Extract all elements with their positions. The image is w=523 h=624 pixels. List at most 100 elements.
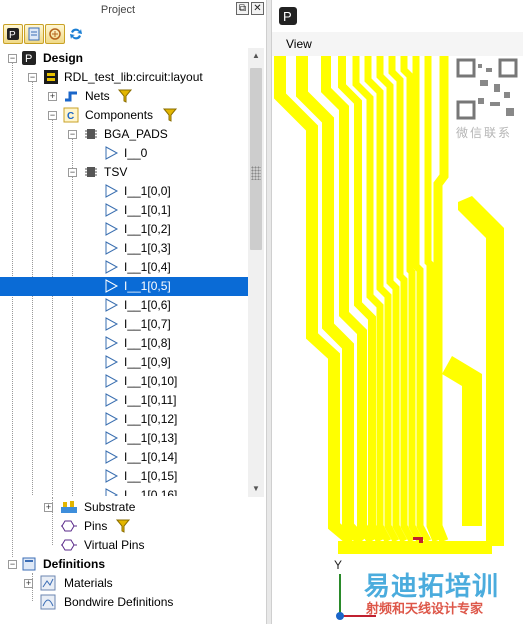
tree-label: Definitions (43, 557, 105, 571)
tree-item-tsv-instance[interactable]: I__1[0,10] (0, 372, 248, 391)
tree-item-nets[interactable]: + Nets (0, 87, 248, 106)
tree-label: I__1[0,12] (124, 412, 178, 426)
collapse-toggle[interactable]: − (48, 111, 57, 120)
tree-item-substrate[interactable]: + Substrate (0, 498, 248, 517)
tree-label: I__1[0,4] (124, 260, 171, 274)
tree-item-tsv-instance[interactable]: I__1[0,4] (0, 258, 248, 277)
tree-item-tsv-instance[interactable]: I__1[0,5] (0, 277, 248, 296)
tree-item-tsv-instance[interactable]: I__1[0,15] (0, 467, 248, 486)
schematic-icon[interactable] (45, 24, 65, 44)
tree-item-tsv-instance[interactable]: I__1[0,12] (0, 410, 248, 429)
nets-icon (63, 88, 79, 104)
instance-icon (103, 392, 119, 408)
tree-label: I__1[0,2] (124, 222, 171, 236)
project-tree: − P Design − RDL_test_lib:circuit:layout… (0, 48, 248, 496)
tree-label: I__1[0,0] (124, 184, 171, 198)
project-panel-titlebar: Project ⧉ ✕ (0, 0, 266, 22)
tree-label: Virtual Pins (84, 538, 145, 552)
tree-label: I__1[0,1] (124, 203, 171, 217)
tree-item-library[interactable]: − RDL_test_lib:circuit:layout (0, 68, 248, 87)
tree-label: I__1[0,8] (124, 336, 171, 350)
collapse-toggle[interactable]: − (8, 54, 17, 63)
tree-label: I__1[0,15] (124, 469, 178, 483)
collapse-toggle[interactable]: − (68, 130, 77, 139)
definitions-icon (21, 556, 37, 572)
tree-label: Pins (84, 519, 108, 533)
tree-label: I__1[0,3] (124, 241, 171, 255)
filter-icon[interactable] (162, 107, 178, 123)
tree-item-definitions[interactable]: − Definitions (0, 555, 248, 574)
document-icon[interactable] (24, 24, 44, 44)
app-window: Project ⧉ ✕ P − P Design − RDL_test_lib:… (0, 0, 523, 624)
tree-item-tsv-instance[interactable]: I__1[0,9] (0, 353, 248, 372)
tree-label: Materials (64, 576, 113, 590)
svg-text:P: P (283, 9, 292, 24)
collapse-toggle[interactable]: − (8, 560, 17, 569)
tree-item-tsv-instance[interactable]: I__1[0,0] (0, 182, 248, 201)
layout-icon[interactable]: P (3, 24, 23, 44)
origin-marker (336, 612, 344, 620)
instance-icon (103, 354, 119, 370)
instance-icon (103, 145, 119, 161)
tree-item-pins[interactable]: Pins (0, 517, 248, 536)
tree-item-tsv-instance[interactable]: I__1[0,16] (0, 486, 248, 496)
tree-item-design[interactable]: − P Design (0, 49, 248, 68)
tree-item-virtual-pins[interactable]: Virtual Pins (0, 536, 248, 555)
tree-item-bga-pads[interactable]: − BGA_PADS (0, 125, 248, 144)
collapse-toggle[interactable]: − (68, 168, 77, 177)
collapse-toggle[interactable]: − (28, 73, 37, 82)
tree-item-tsv-instance[interactable]: I__1[0,11] (0, 391, 248, 410)
layout-titlebar: P (272, 0, 523, 32)
expand-toggle[interactable]: + (24, 579, 33, 588)
tree-item-tsv[interactable]: − TSV (0, 163, 248, 182)
tree-scrollbar[interactable]: ▲ ▼ (248, 48, 264, 497)
instance-icon (103, 278, 119, 294)
instance-icon (103, 183, 119, 199)
instance-icon (103, 316, 119, 332)
svg-text:P: P (25, 53, 32, 65)
instance-icon (103, 449, 119, 465)
expand-toggle[interactable]: + (44, 503, 53, 512)
tree-label: I__1[0,5] (124, 279, 171, 293)
expand-toggle[interactable]: + (48, 92, 57, 101)
menu-view[interactable]: View (286, 37, 312, 51)
tree-label: BGA_PADS (104, 127, 168, 141)
resize-grip[interactable] (251, 166, 261, 180)
filter-icon[interactable] (117, 88, 133, 104)
tree-label: I__1[0,10] (124, 374, 178, 388)
restore-button[interactable]: ⧉ (236, 2, 249, 15)
trace (433, 56, 449, 543)
tree-item-components[interactable]: − C Components (0, 106, 248, 125)
layout-canvas[interactable]: 微信联系 (272, 56, 523, 624)
chip-icon (83, 126, 99, 142)
pin-icon (60, 518, 77, 534)
filter-icon[interactable] (115, 518, 131, 534)
scroll-up-arrow[interactable]: ▲ (248, 48, 264, 64)
scroll-thumb[interactable] (250, 68, 262, 250)
layout-view: P View 微信联系 Y 易迪拓培训 射频和天线设计专家 (272, 0, 523, 624)
tree-label: TSV (104, 165, 128, 179)
tree-label: Components (85, 108, 154, 122)
tree-label: Nets (85, 89, 110, 103)
close-button[interactable]: ✕ (251, 2, 264, 15)
tree-item-tsv-instance[interactable]: I__1[0,13] (0, 429, 248, 448)
tree-item-tsv-instance[interactable]: I__1[0,3] (0, 239, 248, 258)
tree-item-tsv-instance[interactable]: I__1[0,1] (0, 201, 248, 220)
instance-icon (103, 335, 119, 351)
tree-item-materials[interactable]: + Materials (0, 574, 248, 593)
tree-item-tsv-instance[interactable]: I__1[0,8] (0, 334, 248, 353)
tree-item-tsv-instance[interactable]: I__1[0,7] (0, 315, 248, 334)
tree-label: I__1[0,11] (124, 393, 177, 407)
bondwire-icon (40, 594, 56, 610)
tree-item-tsv-instance[interactable]: I__1[0,14] (0, 448, 248, 467)
scroll-down-arrow[interactable]: ▼ (248, 481, 264, 497)
instance-icon (103, 373, 119, 389)
instance-icon (103, 430, 119, 446)
tree-item-tsv-instance[interactable]: I__1[0,6] (0, 296, 248, 315)
project-panel-title: Project (100, 4, 136, 16)
tree-item-instance[interactable]: I__0 (0, 144, 248, 163)
refresh-icon[interactable] (66, 24, 86, 44)
tree-item-bondwire-definitions[interactable]: Bondwire Definitions (0, 593, 248, 612)
trace-layout (274, 56, 504, 620)
tree-item-tsv-instance[interactable]: I__1[0,2] (0, 220, 248, 239)
